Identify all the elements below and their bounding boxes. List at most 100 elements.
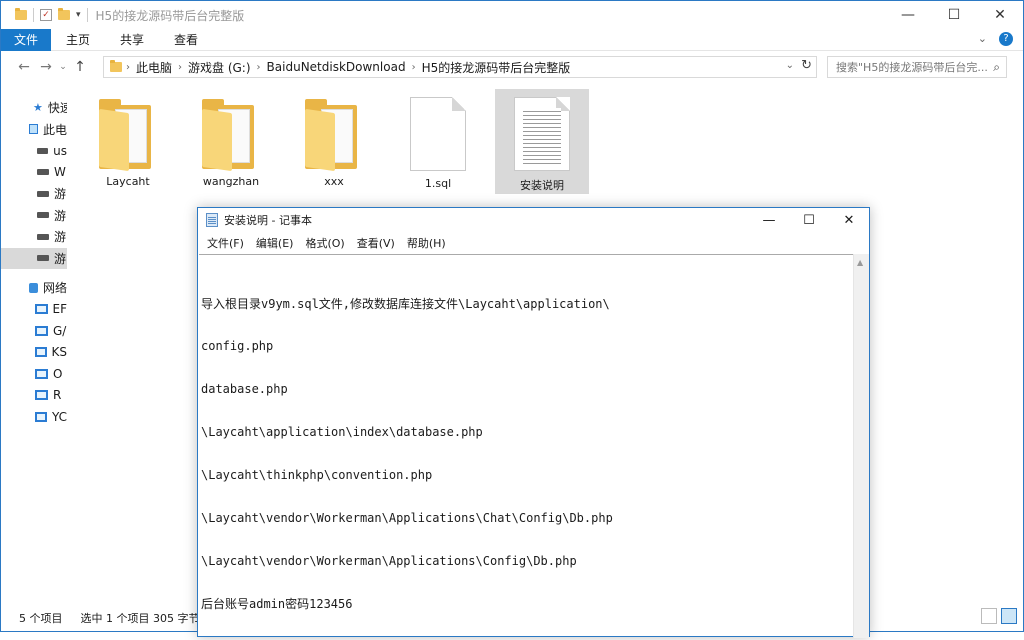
minimize-button[interactable]: — [885,1,931,29]
address-bar-row: ← → ⌄ ↑ › 此电脑 › 游戏盘 (G:) › BaiduNetdiskD… [1,54,1023,80]
address-bar[interactable]: › 此电脑 › 游戏盘 (G:) › BaiduNetdiskDownload … [103,56,817,78]
large-icons-view-icon[interactable] [1001,608,1017,624]
close-button[interactable]: ✕ [977,1,1023,29]
text-line: \Laycaht\application\index\database.php [201,425,483,440]
recent-locations-icon[interactable]: ⌄ [57,62,69,72]
tab-view[interactable]: 查看 [159,29,213,51]
customize-dropdown-icon[interactable]: ▾ [76,10,81,20]
nav-item-this-pc[interactable]: 此电 [1,119,67,141]
notepad-menu-bar: 文件(F) 编辑(E) 格式(O) 查看(V) 帮助(H) [198,234,869,252]
notepad-text-area[interactable]: 导入根目录v9ym.sql文件,修改数据库连接文件\Laycaht\applic… [199,254,854,638]
details-view-icon[interactable] [981,608,997,624]
file-item-1-sql[interactable]: 1.sql [391,89,485,194]
text-line: 导入根目录v9ym.sql文件,修改数据库连接文件\Laycaht\applic… [201,296,610,311]
folder-icon [305,99,363,172]
nav-item-computer[interactable]: R [1,385,67,407]
refresh-icon[interactable]: ↻ [801,58,812,73]
text-line: config.php [201,339,274,354]
drive-icon [37,255,49,262]
menu-view[interactable]: 查看(V) [351,235,401,251]
search-icon[interactable]: ⌕ [993,60,1000,75]
file-name: wangzhan [202,175,260,188]
properties-icon[interactable]: ✓ [40,9,52,21]
divider [33,8,34,22]
breadcrumb-download[interactable]: BaiduNetdiskDownload [261,60,412,74]
file-item-wangzhan[interactable]: wangzhan [184,89,278,194]
nav-item-computer[interactable]: YC [1,406,67,428]
item-count: 5 个项目 [19,611,63,625]
file-item-xxx[interactable]: xxx [287,89,381,194]
monitor-icon [35,390,48,401]
title-bar: ✓ ▾ H5的接龙源码带后台完整版 — ☐ ✕ [1,1,1023,29]
breadcrumb-drive[interactable]: 游戏盘 (G:) [182,59,257,76]
quick-access-toolbar: ✓ ▾ [1,8,88,22]
notepad-minimize-button[interactable]: — [749,208,789,232]
drive-icon [37,169,49,176]
nav-item-drive[interactable]: W [1,162,67,184]
vertical-scrollbar[interactable]: ▲ [853,254,869,638]
folder-icon [202,99,260,172]
breadcrumb-current-folder[interactable]: H5的接龙源码带后台完整版 [416,59,577,76]
ribbon-tabs: 文件 主页 共享 查看 ⌄ ? [1,28,1023,51]
pc-icon [29,124,38,135]
new-folder-icon[interactable] [58,8,70,20]
folder-icon [99,99,157,172]
maximize-button[interactable]: ☐ [931,1,977,29]
text-line: \Laycaht\vendor\Workerman\Applications\C… [201,553,577,568]
address-dropdown-icon[interactable]: ⌄ [786,60,794,71]
menu-edit[interactable]: 编辑(E) [250,235,300,251]
nav-item-drive-selected[interactable]: 游 [1,247,67,269]
nav-item-computer[interactable]: EF [1,299,67,321]
notepad-window-controls: — ☐ ✕ [749,208,869,232]
expand-ribbon-icon[interactable]: ⌄ [978,32,987,46]
search-input[interactable]: 搜索"H5的接龙源码带后台完... ⌕ [827,56,1007,78]
up-arrow-icon[interactable]: ↑ [69,59,91,75]
scroll-up-icon[interactable]: ▲ [857,258,863,267]
window-title: H5的接龙源码带后台完整版 [95,8,245,23]
monitor-icon [35,347,47,358]
blank-file-icon [410,97,466,171]
menu-help[interactable]: 帮助(H) [401,235,452,251]
window-controls: — ☐ ✕ [885,1,1023,29]
help-icon[interactable]: ? [999,32,1013,46]
notepad-title: 安装说明 - 记事本 [224,214,312,227]
view-switcher [981,608,1017,624]
nav-item-computer[interactable]: KS [1,342,67,364]
drive-icon [37,147,49,154]
notepad-maximize-button[interactable]: ☐ [789,208,829,232]
notepad-title-bar: 安装说明 - 记事本 — ☐ ✕ [198,208,869,232]
nav-item-computer[interactable]: G/ [1,320,67,342]
file-name: xxx [324,175,344,188]
breadcrumb-this-pc[interactable]: 此电脑 [130,59,178,76]
file-item-install-notes[interactable]: 安装说明 [495,89,589,194]
nav-item-drive[interactable]: 游 [1,205,67,227]
network-icon [29,282,38,293]
divider [86,8,88,22]
file-item-laycaht[interactable]: Laycaht [81,89,175,194]
nav-item-network[interactable]: 网络 [1,277,67,299]
file-name: 安装说明 [520,179,564,192]
text-line: database.php [201,382,288,397]
forward-arrow-icon[interactable]: → [35,59,57,75]
monitor-icon [35,368,48,379]
nav-item-quick-access[interactable]: ★ 快速 [1,97,67,119]
monitor-icon [35,325,48,336]
tab-file[interactable]: 文件 [1,28,51,51]
ribbon-controls: ⌄ ? [978,32,1013,46]
drive-icon [37,233,49,240]
text-line: \Laycaht\thinkphp\convention.php [201,468,433,483]
nav-item-computer[interactable]: O [1,363,67,385]
nav-item-drive[interactable]: 游 [1,226,67,248]
nav-item-drive[interactable]: 游 [1,183,67,205]
tab-home[interactable]: 主页 [51,29,105,51]
folder-icon[interactable] [15,8,27,20]
menu-file[interactable]: 文件(F) [201,235,250,251]
tab-share[interactable]: 共享 [105,29,159,51]
navigation-pane: ★ 快速 此电 us W 游 游 游 游 网络 EF G/ KS O R YC [1,89,67,599]
notepad-close-button[interactable]: ✕ [829,208,869,232]
selection-info: 选中 1 个项目 305 字节 [80,611,200,625]
monitor-icon [35,304,48,315]
back-arrow-icon[interactable]: ← [13,59,35,75]
menu-format[interactable]: 格式(O) [299,235,350,251]
nav-item-drive[interactable]: us [1,140,67,162]
